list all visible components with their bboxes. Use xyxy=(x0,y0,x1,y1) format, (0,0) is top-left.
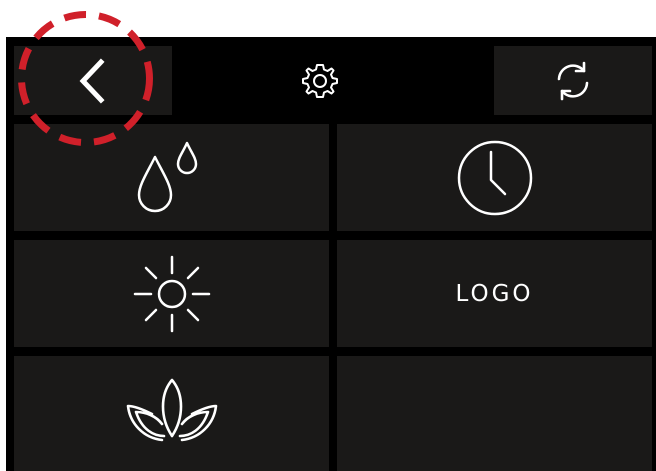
tile-light[interactable] xyxy=(14,240,329,347)
touch-screen: LOGO xyxy=(6,37,656,471)
clock-icon xyxy=(453,136,537,220)
back-button[interactable] xyxy=(14,46,172,115)
chevron-left-icon xyxy=(73,56,113,106)
sun-icon xyxy=(127,249,217,339)
refresh-button[interactable] xyxy=(494,46,652,115)
logo-label: LOGO xyxy=(455,280,534,307)
tile-clock[interactable] xyxy=(337,124,652,231)
water-drops-icon xyxy=(127,133,217,223)
settings-button[interactable] xyxy=(296,57,344,105)
gear-icon xyxy=(300,61,340,101)
tile-wellness[interactable] xyxy=(14,356,329,471)
tile-water[interactable] xyxy=(14,124,329,231)
tile-logo[interactable]: LOGO xyxy=(337,240,652,347)
tile-empty[interactable] xyxy=(337,356,652,471)
refresh-icon xyxy=(551,59,595,103)
lotus-icon xyxy=(122,374,222,454)
top-bar xyxy=(6,37,656,121)
